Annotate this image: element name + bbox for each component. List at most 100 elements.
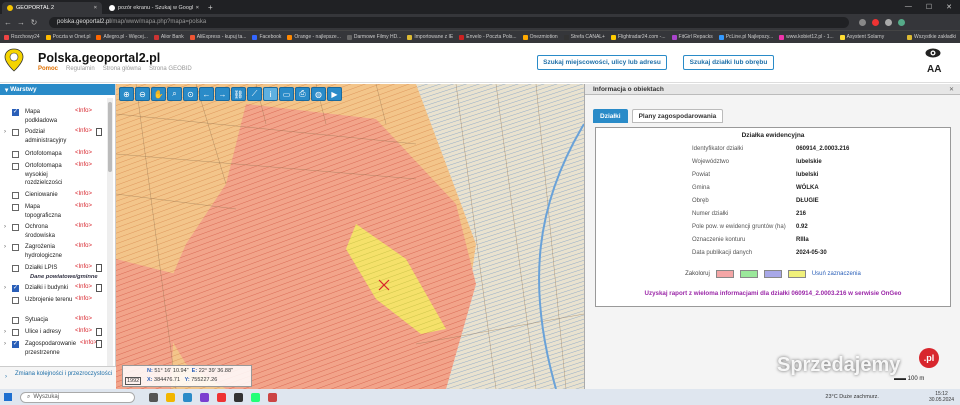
expand-icon[interactable]: › <box>4 129 6 135</box>
search-address-button[interactable]: Szukaj miejscowości, ulicy lub adresu <box>537 55 667 70</box>
file-explorer-icon[interactable] <box>166 392 175 402</box>
layer-info-link[interactable]: <Info> <box>75 108 92 114</box>
layer-info-link[interactable]: <Info> <box>75 150 92 156</box>
measure-icon[interactable]: ⟋ <box>247 87 262 101</box>
forward-arrow-icon[interactable]: → <box>215 87 230 101</box>
weather-widget[interactable]: 23°C Duże zachmurz. <box>825 394 879 400</box>
home-link[interactable]: Strona główna <box>103 66 141 72</box>
document-icon[interactable] <box>96 328 102 336</box>
geoportal-logo-icon[interactable] <box>4 48 24 72</box>
site-title[interactable]: Polska.geoportal2.pl <box>38 51 160 65</box>
layer-info-link[interactable]: <Info> <box>75 223 92 229</box>
color-swatch-blue[interactable] <box>763 270 782 278</box>
bookmark-item[interactable]: Envelo - Poczta Pols... <box>459 34 517 40</box>
layers-heading[interactable]: ▾ Warstwy <box>0 84 115 95</box>
layer-checkbox[interactable] <box>12 329 19 336</box>
back-icon[interactable]: ← <box>3 18 13 27</box>
layer-info-link[interactable]: <Info> <box>75 243 92 249</box>
layer-checkbox[interactable] <box>12 284 19 292</box>
close-panel-icon[interactable]: ✕ <box>949 86 954 93</box>
bookmark-item[interactable]: Onezmiotion <box>522 34 558 40</box>
close-tab-icon[interactable]: × <box>196 5 199 11</box>
taskbar-search[interactable]: ⌕ Wyszukaj <box>20 391 135 403</box>
zoom-extent-icon[interactable]: ⊙ <box>183 87 198 101</box>
bookmark-item[interactable]: Strefa CANAL+ <box>563 34 605 40</box>
layer-checkbox[interactable] <box>12 108 19 116</box>
bookmark-item[interactable]: Rozchowy24 <box>4 34 40 40</box>
translate-icon[interactable] <box>859 18 866 26</box>
bookmark-item[interactable]: Flightradar24.com -... <box>610 34 666 40</box>
app-icon[interactable] <box>251 392 260 402</box>
bookmark-item[interactable]: www.kobiet12.pl - 1... <box>779 34 834 40</box>
profile-avatar-icon[interactable] <box>898 18 905 26</box>
zoom-out-icon[interactable]: ⊖ <box>135 87 150 101</box>
system-clock[interactable]: 15:12 30.05.2024 <box>929 391 954 403</box>
star-icon[interactable] <box>885 18 892 26</box>
layer-order-link[interactable]: Zmiana kolejności i przezroczystości <box>15 370 112 378</box>
layer-checkbox[interactable] <box>12 244 19 251</box>
terms-link[interactable]: Regulamin <box>66 66 95 72</box>
layer-info-link[interactable]: <Info> <box>75 264 92 270</box>
layer-info-link[interactable]: <Info> <box>75 284 92 290</box>
bookmark-item[interactable]: Poczta w Onet.pl <box>45 34 90 40</box>
edge-icon[interactable] <box>183 392 192 402</box>
start-button[interactable] <box>0 389 16 405</box>
bookmark-item[interactable]: Darmowe Filmy HD... <box>346 34 401 40</box>
browser-tab-google[interactable]: pozór ekranu - Szukaj w Google × <box>104 2 204 14</box>
bookmark-item[interactable]: Facebook <box>252 34 281 40</box>
layer-info-link[interactable]: <Info> <box>75 328 92 334</box>
expand-icon[interactable]: › <box>4 224 6 230</box>
layer-checkbox[interactable] <box>12 192 19 199</box>
layer-checkbox[interactable] <box>12 129 19 136</box>
geobid-link[interactable]: Strona GEOBID <box>149 66 192 72</box>
layer-info-link[interactable]: <Info> <box>75 296 92 302</box>
print-icon[interactable]: ⎙ <box>295 87 310 101</box>
bookmark-item[interactable]: FitGirl Repacks <box>671 34 713 40</box>
bookmark-item[interactable]: Asystent Solarny <box>839 34 884 40</box>
layer-checkbox[interactable] <box>12 297 19 304</box>
all-bookmarks-button[interactable]: Wszystkie zakładki <box>907 34 960 40</box>
url-input[interactable]: polska.geoportal2.pl/map/www/mapa.php?ma… <box>49 16 849 28</box>
info-icon[interactable]: i <box>263 87 278 101</box>
app-icon[interactable] <box>268 392 277 402</box>
chrome-icon[interactable] <box>217 392 226 402</box>
bookmark-item[interactable]: PcLine.pl Najlepszy... <box>718 34 773 40</box>
bookmark-item[interactable]: Alior Bank <box>153 34 184 40</box>
bookmark-item[interactable]: Orange - najlepsze... <box>287 34 341 40</box>
font-size-toggle[interactable]: AA <box>927 64 941 75</box>
link-icon[interactable]: ⛓ <box>231 87 246 101</box>
document-icon[interactable] <box>96 284 102 292</box>
document-icon[interactable] <box>96 128 102 136</box>
layer-checkbox[interactable] <box>12 151 19 158</box>
color-swatch-red[interactable] <box>715 270 734 278</box>
tab-parcels[interactable]: Działki <box>593 109 628 123</box>
map-view[interactable]: ⊕ ⊖ ✋ ⌕ ⊙ ← → ⛓ ⟋ i ▭ ⎙ ◍ ▶ 1992 N: 51° … <box>116 84 584 389</box>
scrollbar-thumb[interactable] <box>108 102 112 172</box>
help-link[interactable]: Pomoc <box>38 66 58 72</box>
reload-icon[interactable]: ↻ <box>29 18 39 27</box>
layer-checkbox[interactable] <box>12 224 19 231</box>
coordinate-system-label[interactable]: 1992 <box>125 377 142 385</box>
sidebar-scrollbar[interactable] <box>107 98 113 366</box>
minimize-icon[interactable]: — <box>905 3 912 11</box>
ongeo-report-link[interactable]: Uzyskaj raport z wieloma informacjami dl… <box>596 290 950 297</box>
search-parcel-button[interactable]: Szukaj działki lub obrębu <box>683 55 774 70</box>
app-icon[interactable] <box>234 392 243 402</box>
expand-icon[interactable]: › <box>4 244 6 250</box>
close-window-icon[interactable]: ✕ <box>946 3 952 11</box>
store-icon[interactable] <box>200 392 209 402</box>
zoom-in-icon[interactable]: ⊕ <box>119 87 134 101</box>
ruler-icon[interactable]: ▭ <box>279 87 294 101</box>
document-icon[interactable] <box>96 340 102 348</box>
expand-icon[interactable]: › <box>4 341 6 347</box>
tab-zoning-plans[interactable]: Plany zagospodarowania <box>631 109 724 123</box>
layer-info-link[interactable]: <Info> <box>75 191 92 197</box>
close-tab-icon[interactable]: × <box>94 5 97 11</box>
color-swatch-yellow[interactable] <box>787 270 806 278</box>
bookmark-item[interactable]: Importowane z IE <box>407 34 453 40</box>
task-view-icon[interactable] <box>149 392 158 402</box>
layer-checkbox[interactable] <box>12 265 19 272</box>
layer-info-link[interactable]: <Info> <box>75 162 92 168</box>
maximize-icon[interactable]: ☐ <box>926 3 932 11</box>
color-swatch-green[interactable] <box>739 270 758 278</box>
